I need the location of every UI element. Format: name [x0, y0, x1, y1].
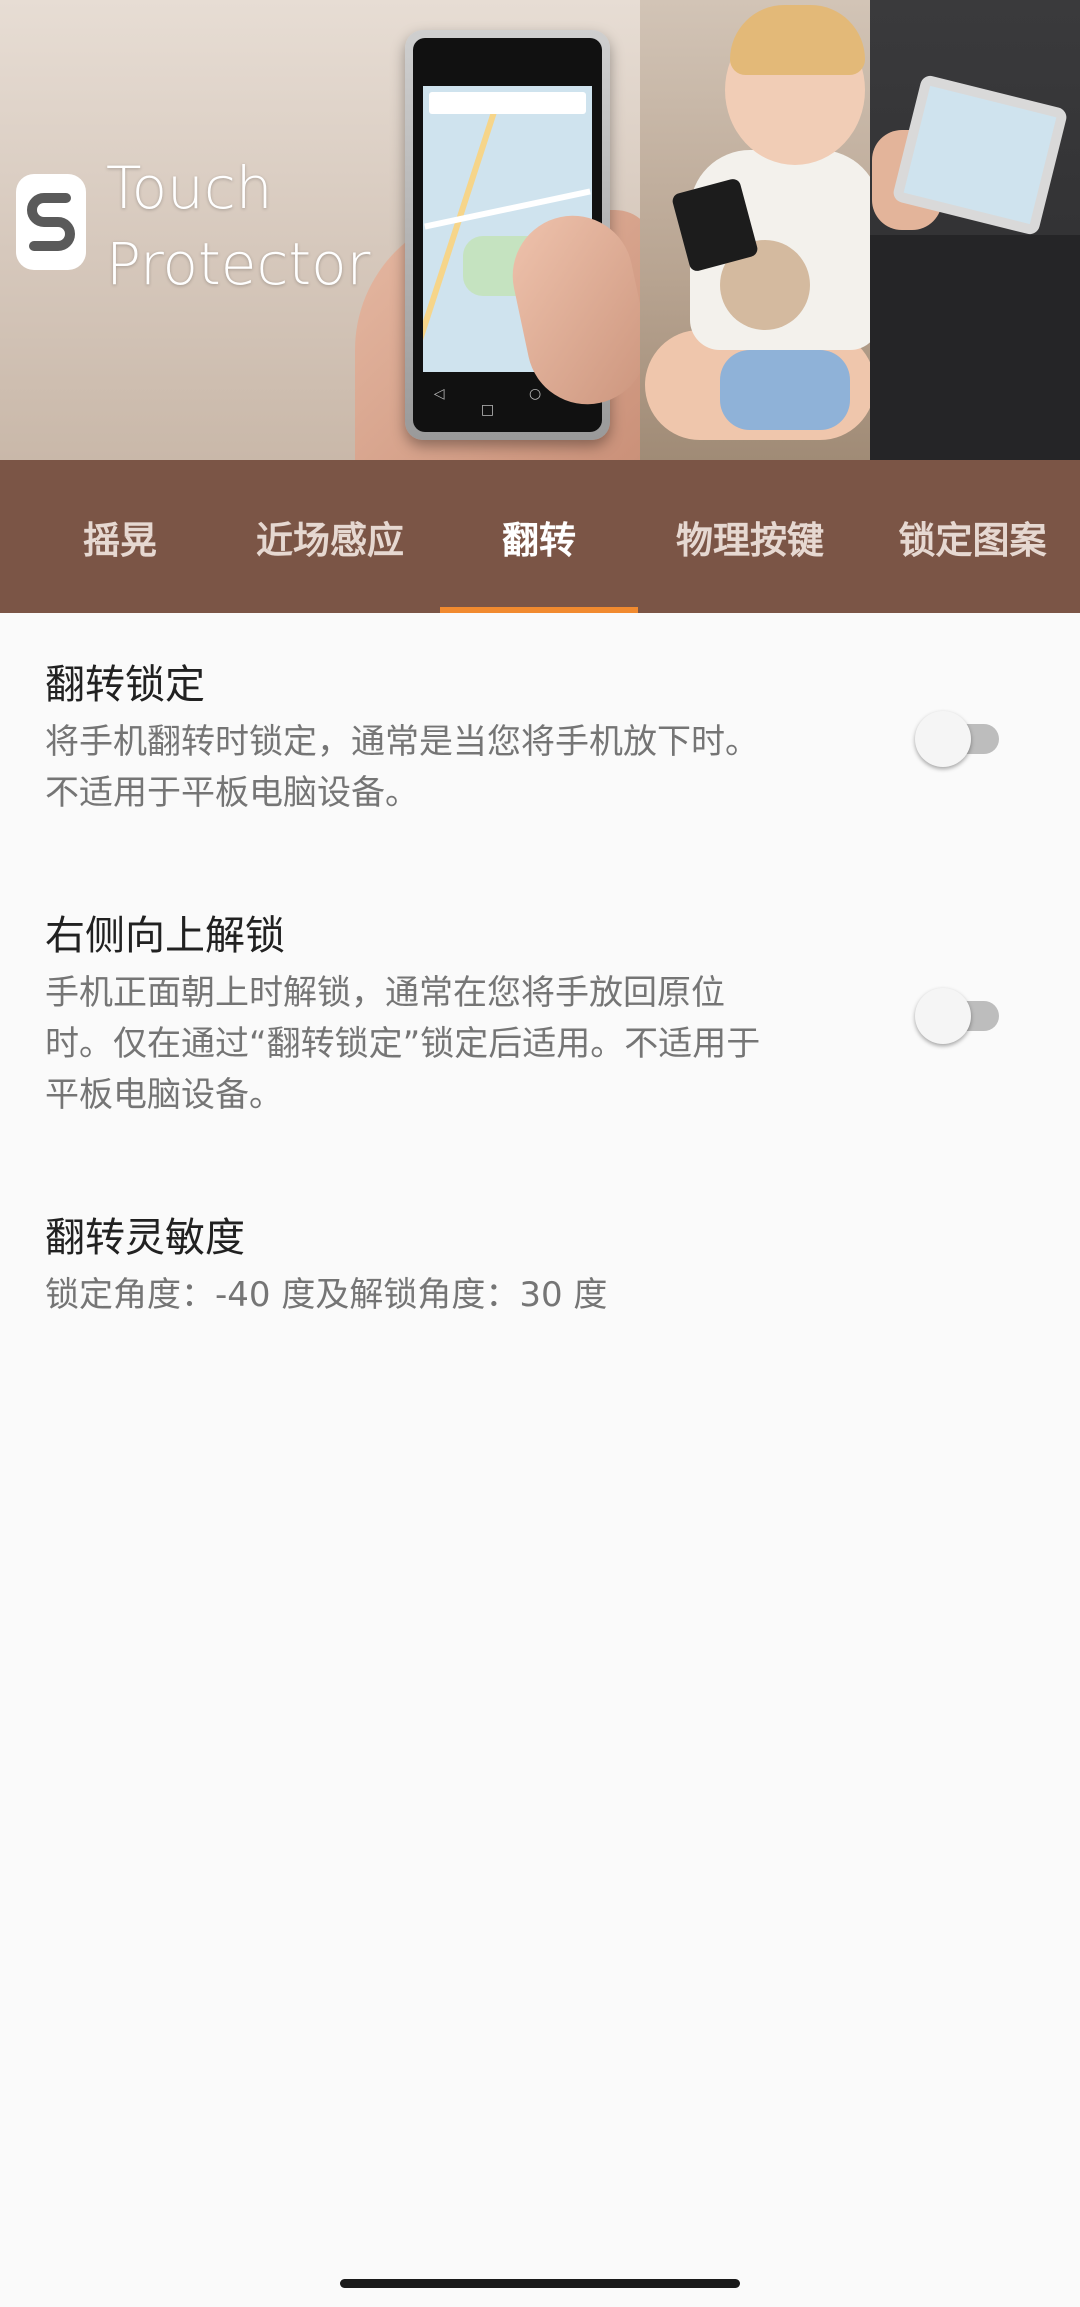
flip-lock-toggle[interactable]: [915, 711, 1005, 767]
setting-face-up-unlock[interactable]: 右侧向上解锁 手机正面朝上时解锁，通常在您将手放回原位 时。仅在通过“翻转锁定”…: [45, 910, 915, 1121]
setting-title: 翻转锁定: [45, 662, 205, 708]
setting-flip-lock[interactable]: 翻转锁定 将手机翻转时锁定，通常是当您将手机放下时。 不适用于平板电脑设备。: [45, 659, 915, 819]
setting-title: 右侧向上解锁: [45, 913, 285, 959]
setting-summary: 手机正面朝上时解锁，通常在您将手放回原位 时。仅在通过“翻转锁定”锁定后适用。不…: [45, 973, 761, 1115]
header-banner: ◁ ○ □ Touch Protector: [0, 0, 1080, 460]
app-logo-icon: [16, 174, 86, 270]
home-indicator[interactable]: [340, 2279, 740, 2288]
tab-lock-pattern[interactable]: 锁定图案: [875, 460, 1070, 613]
setting-summary: 将手机翻转时锁定，通常是当您将手机放下时。 不适用于平板电脑设备。: [45, 722, 759, 813]
tab-proximity[interactable]: 近场感应: [230, 460, 430, 613]
setting-title: 翻转灵敏度: [45, 1215, 245, 1261]
tab-shake[interactable]: 摇晃: [40, 460, 200, 613]
face-up-unlock-toggle[interactable]: [915, 988, 1005, 1044]
logo-line-1: Touch: [106, 154, 273, 222]
logo-line-2: Protector: [106, 230, 371, 298]
tab-hardware-keys[interactable]: 物理按键: [650, 460, 850, 613]
tab-flip[interactable]: 翻转: [440, 460, 638, 613]
app-logo-text: Touch Protector: [106, 150, 370, 302]
tab-bar: 摇晃 近场感应 翻转 物理按键 锁定图案: [0, 460, 1080, 613]
setting-flip-sensitivity[interactable]: 翻转灵敏度 锁定角度：-40 度及解锁角度：30 度: [45, 1212, 915, 1321]
setting-summary: 锁定角度：-40 度及解锁角度：30 度: [45, 1275, 608, 1315]
active-tab-indicator: [440, 607, 638, 613]
